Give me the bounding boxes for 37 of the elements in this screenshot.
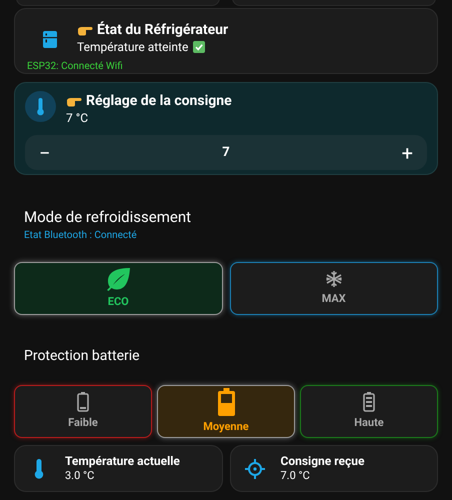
sensor-title: Température actuelle	[65, 454, 180, 469]
card-title: État du Réfrigérateur	[97, 21, 228, 39]
connection-status: ESP32: Connecté Wifi	[27, 61, 123, 73]
pointing-hand-icon	[77, 24, 93, 36]
crosshair-icon	[244, 458, 264, 478]
stepper-value: 7	[222, 144, 230, 162]
thermometer-icon	[34, 458, 44, 478]
checkbox-icon	[193, 41, 206, 53]
section-heading: Mode de refroidissement	[24, 208, 192, 226]
decrement-button[interactable]: −	[35, 142, 54, 162]
fridge-card[interactable]: État du Réfrigérateur Température atteinte ESP32: Connecté Wifi	[14, 8, 438, 74]
increment-button[interactable]: +	[398, 142, 417, 162]
battery-icon	[363, 392, 375, 412]
mode-button[interactable]: ECO	[14, 262, 222, 315]
setpoint-card[interactable]: Réglage de la consigne 7 °C − 7 +	[14, 82, 438, 175]
pointing-hand-icon	[66, 95, 82, 107]
battery-icon	[218, 388, 234, 416]
thermometer-icon	[25, 91, 56, 122]
bluetooth-status: Etat Bluetooth : Connecté	[24, 230, 137, 242]
sensor-title: Consigne reçue	[280, 454, 364, 469]
fridge-icon	[43, 31, 57, 49]
battery-mode-button[interactable]: Moyenne	[157, 385, 295, 438]
card-title: Réglage de la consigne	[86, 92, 232, 110]
card-state: Température atteinte	[77, 39, 188, 55]
sensor-card[interactable]: Température actuelle 3.0 °C	[14, 445, 222, 492]
mode-button[interactable]: MAX	[230, 262, 438, 315]
snowflake-icon	[324, 270, 343, 288]
sensor-card[interactable]: Consigne reçue 7.0 °C	[230, 445, 438, 492]
section-heading: Protection batterie	[24, 347, 140, 365]
battery-mode-button[interactable]: Haute	[300, 385, 438, 438]
setpoint-value: 7 °C	[66, 110, 88, 126]
number-stepper[interactable]: − 7 +	[25, 135, 427, 170]
leaf-icon	[105, 266, 132, 291]
sensor-value: 7.0 °C	[280, 469, 310, 483]
sensor-value: 3.0 °C	[65, 469, 94, 483]
battery-icon	[77, 392, 89, 412]
battery-mode-button[interactable]: Faible	[14, 385, 152, 438]
